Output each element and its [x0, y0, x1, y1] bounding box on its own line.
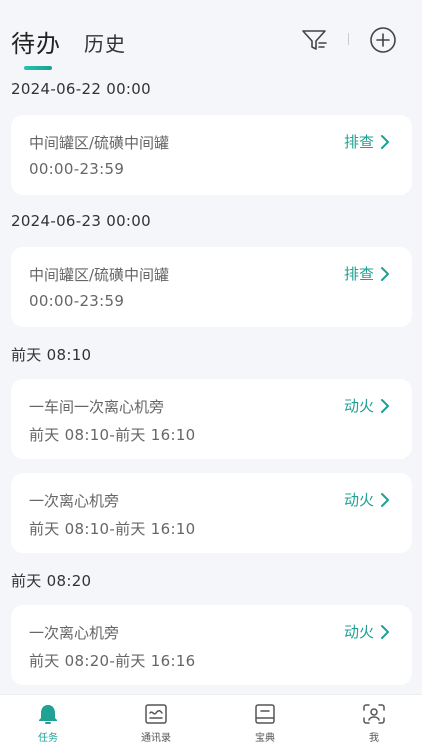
card-action-button[interactable]: 动火 — [344, 621, 390, 642]
card-title: 中间罐区/硫磺中间罐 — [29, 266, 170, 284]
tabbar-item-contacts[interactable]: 通讯录 — [121, 703, 191, 744]
card-time: 前天 08:20-前天 16:16 — [29, 652, 196, 670]
task-card[interactable]: 一次离心机旁 前天 08:10-前天 16:10 动火 — [11, 473, 412, 553]
tab-indicator — [24, 66, 52, 70]
add-button[interactable] — [368, 26, 398, 54]
card-title: 一车间一次离心机旁 — [29, 398, 165, 416]
card-title: 一次离心机旁 — [29, 624, 120, 642]
card-action-label: 动火 — [343, 397, 374, 415]
group-date: 2024-06-22 00:00 — [11, 80, 151, 98]
card-title: 中间罐区/硫磺中间罐 — [29, 134, 170, 152]
book-icon — [255, 704, 275, 724]
tabbar-label: 我 — [369, 733, 379, 744]
tabbar-item-handbook[interactable]: 宝典 — [230, 703, 300, 744]
card-action-button[interactable]: 排查 — [344, 263, 390, 284]
tabbar-item-tasks[interactable]: 任务 — [13, 703, 83, 744]
card-time: 前天 08:10-前天 16:10 — [29, 426, 196, 444]
card-time: 前天 08:10-前天 16:10 — [29, 520, 196, 538]
card-action-button[interactable]: 动火 — [344, 489, 390, 510]
tab-todo[interactable]: 待办 — [11, 24, 61, 59]
group-date: 前天 08:10 — [11, 346, 92, 364]
card-action-button[interactable]: 动火 — [344, 395, 390, 416]
tabbar-item-me[interactable]: 我 — [339, 703, 409, 744]
add-circle-icon — [370, 27, 396, 53]
bottom-tabbar: 任务 通讯录 宝典 我 — [0, 694, 422, 750]
card-time: 00:00-23:59 — [29, 160, 125, 178]
group-date: 2024-06-23 00:00 — [11, 212, 151, 230]
chevron-right-icon — [381, 398, 389, 413]
tab-history[interactable]: 历史 — [84, 28, 126, 57]
card-title: 一次离心机旁 — [29, 492, 120, 510]
chevron-right-icon — [381, 492, 389, 507]
task-card[interactable]: 一车间一次离心机旁 前天 08:10-前天 16:10 动火 — [11, 379, 412, 459]
tabbar-label: 任务 — [38, 733, 58, 744]
group-date: 前天 08:20 — [11, 572, 92, 590]
contacts-icon — [145, 704, 167, 724]
card-action-button[interactable]: 排查 — [344, 131, 390, 152]
task-card[interactable]: 中间罐区/硫磺中间罐 00:00-23:59 排查 — [11, 247, 412, 327]
header-divider — [348, 33, 349, 45]
user-scan-icon — [363, 704, 385, 724]
chevron-right-icon — [381, 624, 389, 639]
card-action-label: 排查 — [343, 133, 374, 151]
task-card[interactable]: 中间罐区/硫磺中间罐 00:00-23:59 排查 — [11, 115, 412, 195]
tabbar-label: 宝典 — [255, 733, 275, 744]
bell-icon — [39, 705, 57, 724]
header: 待办 历史 — [0, 0, 422, 72]
filter-icon — [302, 30, 327, 50]
chevron-right-icon — [381, 134, 389, 149]
tabbar-label: 通讯录 — [141, 733, 171, 744]
chevron-right-icon — [381, 266, 389, 281]
card-action-label: 动火 — [343, 491, 374, 509]
task-card[interactable]: 一次离心机旁 前天 08:20-前天 16:16 动火 — [11, 605, 412, 685]
card-action-label: 动火 — [343, 623, 374, 641]
filter-button[interactable] — [300, 26, 330, 54]
card-action-label: 排查 — [343, 265, 374, 283]
card-time: 00:00-23:59 — [29, 292, 125, 310]
